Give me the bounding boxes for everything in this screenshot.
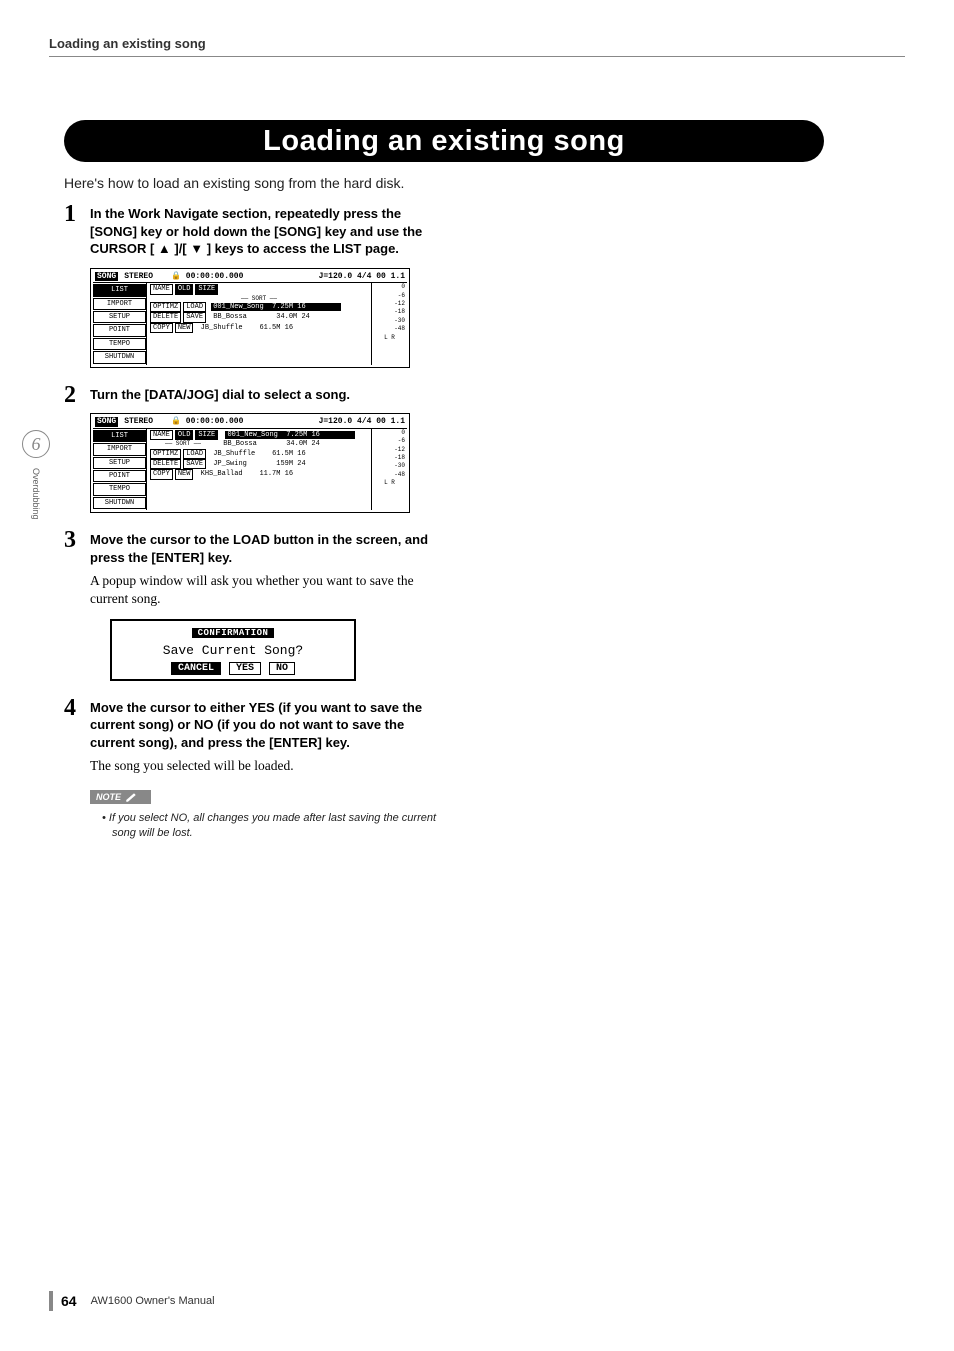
shot-song-label: SONG (95, 272, 118, 282)
shot-stereo: STEREO (124, 272, 153, 282)
copy-btn: COPY (150, 469, 173, 479)
sort-label: —— SORT —— (149, 295, 369, 302)
manual-name: AW1600 Owner's Manual (91, 1295, 215, 1307)
sort-label: —— SORT —— (149, 440, 217, 447)
shot-song-label: SONG (95, 417, 118, 427)
step-number: 4 (64, 695, 76, 722)
sort-name-btn: NAME (150, 284, 173, 294)
song-row-3: JB_Shuffle 61.5M 16 (211, 450, 341, 458)
shot-time: 🔒 00:00:00.000 (171, 417, 243, 427)
sort-size-btn: SIZE (195, 430, 218, 440)
song-row-4: JP_Swing 159M 24 (211, 460, 341, 468)
step-followup: The song you selected will be loaded. (90, 757, 444, 775)
shot-tab-shutdwn: SHUTDWN (93, 497, 146, 509)
new-btn: NEW (175, 469, 194, 479)
footer-accent (49, 1291, 53, 1311)
load-btn: LOAD (183, 449, 206, 459)
song-row-2: BB_Bossa 34.0M 24 (211, 313, 341, 321)
note-block: NOTE If you select NO, all changes you m… (90, 787, 444, 841)
sort-size-btn: SIZE (195, 284, 218, 294)
song-row-3: JB_Shuffle 61.5M 16 (199, 324, 329, 332)
shot-tempo: J=120.0 4/4 00 1.1 (319, 272, 405, 282)
shot-tab-setup: SETUP (93, 311, 146, 323)
shot-tab-setup: SETUP (93, 457, 146, 469)
step-number: 2 (64, 382, 76, 409)
confirm-title: CONFIRMATION (192, 628, 275, 638)
shot-tab-point: POINT (93, 324, 146, 336)
song-row-1: 001_New_Song 7.25M 16 (225, 431, 355, 439)
shot-tabs: LIST IMPORT SETUP POINT TEMPO SHUTDWN (93, 429, 147, 510)
note-badge: NOTE (90, 790, 151, 804)
pencil-icon (125, 792, 139, 802)
song-row-2: BB_Bossa 34.0M 24 (221, 440, 351, 448)
step-1: 1 In the Work Navigate section, repeated… (64, 205, 444, 368)
sort-old-btn: OLD (175, 430, 194, 440)
sort-old-btn: OLD (175, 284, 194, 294)
shot-mid: NAMEOLDSIZE 001_New_Song 7.25M 16 —— SOR… (147, 429, 371, 510)
shot-stereo: STEREO (124, 417, 153, 427)
chapter-side-tab: 6 Overdubbing (22, 430, 50, 600)
shot-meter: 0 -6 -12 -18 -30 -48 L R (371, 283, 407, 364)
step-number: 1 (64, 201, 76, 228)
page-number: 64 (61, 1293, 77, 1309)
no-button: NO (269, 662, 295, 675)
shot-time: 🔒 00:00:00.000 (171, 272, 243, 282)
shot-tabs: LIST IMPORT SETUP POINT TEMPO SHUTDWN (93, 283, 147, 364)
chapter-name: Overdubbing (31, 468, 41, 520)
shot-tab-shutdwn: SHUTDWN (93, 351, 146, 363)
page-footer: 64 AW1600 Owner's Manual (49, 1291, 215, 1311)
confirm-message: Save Current Song? (116, 643, 350, 658)
step-4: 4 Move the cursor to either YES (if you … (64, 699, 444, 842)
step-2: 2 Turn the [DATA/JOG] dial to select a s… (64, 386, 444, 513)
confirmation-dialog: CONFIRMATION Save Current Song? CANCEL Y… (110, 619, 356, 681)
song-row-5: KHS_Ballad 11.7M 16 (199, 470, 329, 478)
load-btn: LOAD (183, 302, 206, 312)
shot-tab-import: IMPORT (93, 298, 146, 310)
running-header: Loading an existing song (49, 36, 206, 51)
step-followup: A popup window will ask you whether you … (90, 572, 444, 608)
optimz-btn: OPTIMZ (150, 302, 181, 312)
shot-tab-list: LIST (93, 284, 146, 296)
shot-tab-tempo: TEMPO (93, 483, 146, 495)
lcd-screenshot-1: SONG STEREO 🔒 00:00:00.000 J=120.0 4/4 0… (90, 268, 410, 368)
note-text: If you select NO, all changes you made a… (112, 811, 444, 841)
step-body: Turn the [DATA/JOG] dial to select a son… (90, 386, 444, 404)
shot-tab-tempo: TEMPO (93, 338, 146, 350)
step-number: 3 (64, 527, 76, 554)
song-row-1: 001_New_Song 7.25M 16 (211, 303, 341, 311)
lcd-screenshot-2: SONG STEREO 🔒 00:00:00.000 J=120.0 4/4 0… (90, 413, 410, 513)
shot-meter: 0 -6 -12 -18 -30 -48 L R (371, 429, 407, 510)
shot-tempo: J=120.0 4/4 00 1.1 (319, 417, 405, 427)
delete-btn: DELETE (150, 312, 181, 322)
new-btn: NEW (175, 323, 194, 333)
copy-btn: COPY (150, 323, 173, 333)
chapter-number: 6 (22, 430, 50, 458)
section-title: Loading an existing song (263, 125, 625, 158)
section-title-bar: Loading an existing song (64, 120, 824, 162)
header-rule (49, 56, 905, 57)
cancel-button: CANCEL (171, 662, 221, 675)
step-body: Move the cursor to either YES (if you wa… (90, 699, 444, 752)
save-btn: SAVE (183, 312, 206, 322)
shot-tab-point: POINT (93, 470, 146, 482)
intro-text: Here's how to load an existing song from… (64, 175, 404, 191)
save-btn: SAVE (183, 459, 206, 469)
sort-name-btn: NAME (150, 430, 173, 440)
delete-btn: DELETE (150, 459, 181, 469)
shot-mid: NAMEOLDSIZE —— SORT —— OPTIMZLOAD 001_Ne… (147, 283, 371, 364)
optimz-btn: OPTIMZ (150, 449, 181, 459)
shot-tab-import: IMPORT (93, 443, 146, 455)
step-body: Move the cursor to the LOAD button in th… (90, 531, 444, 566)
shot-tab-list: LIST (93, 430, 146, 442)
step-body: In the Work Navigate section, repeatedly… (90, 205, 444, 258)
step-3: 3 Move the cursor to the LOAD button in … (64, 531, 444, 681)
yes-button: YES (229, 662, 261, 675)
